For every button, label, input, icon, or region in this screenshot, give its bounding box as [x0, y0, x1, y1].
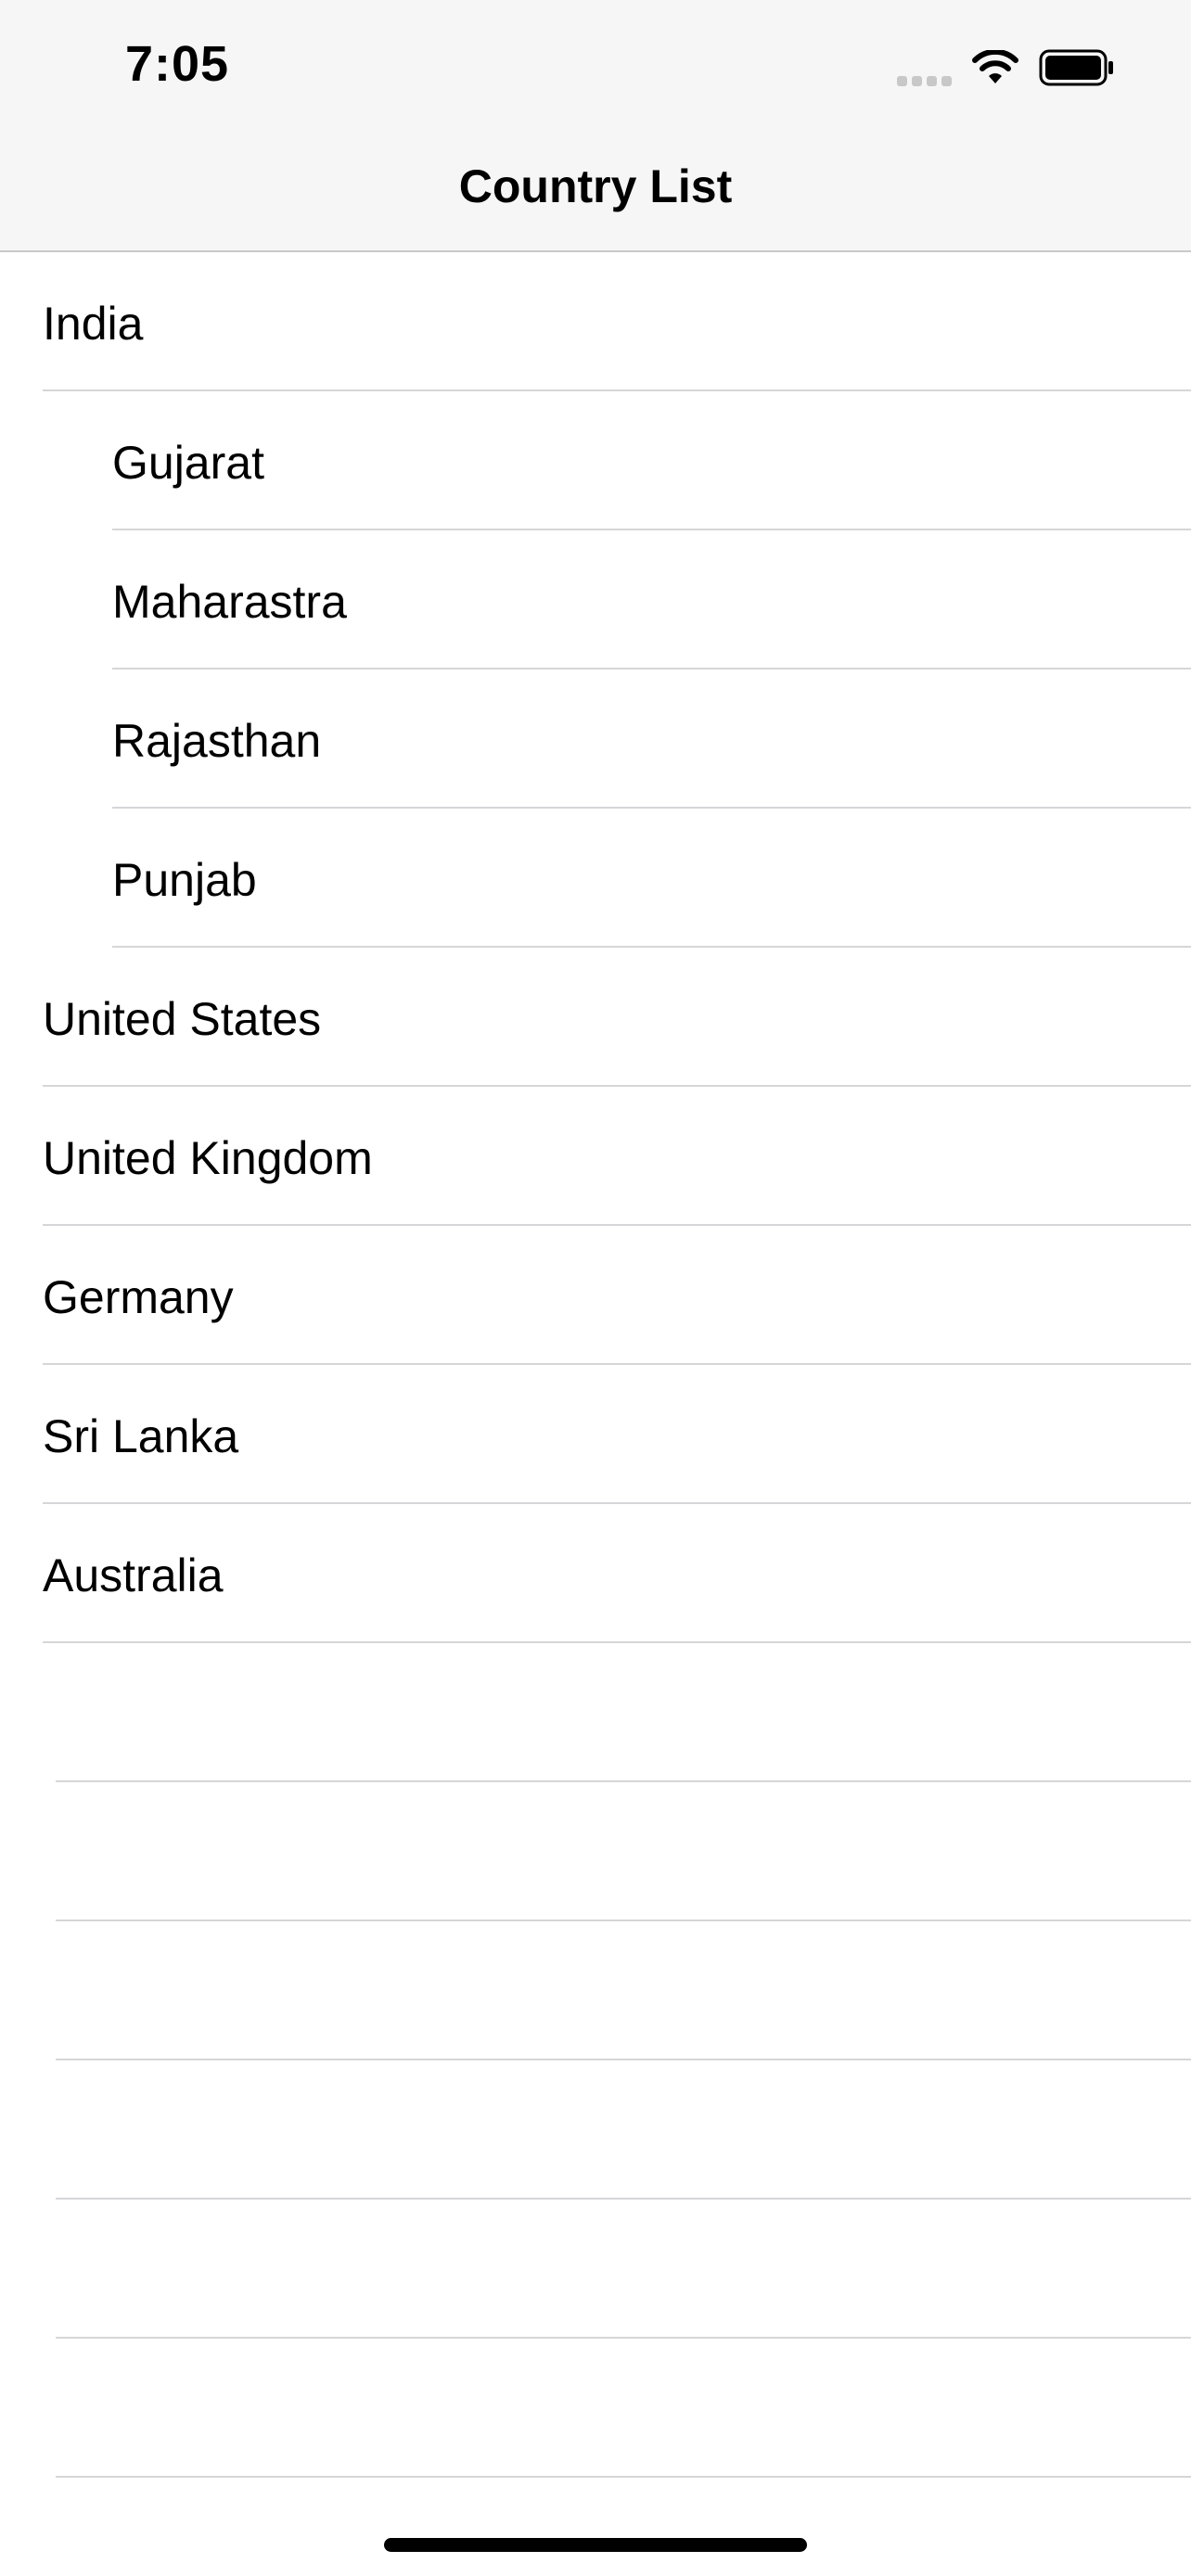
status-time: 7:05 — [125, 36, 230, 92]
wifi-icon — [972, 50, 1018, 85]
empty-row — [0, 2339, 1191, 2478]
list-item-label: Germany — [43, 1271, 234, 1323]
country-list: India Gujarat Maharastra Rajasthan Punja… — [0, 252, 1191, 2478]
list-item-australia[interactable]: Australia — [0, 1504, 1191, 1643]
page-title: Country List — [458, 160, 733, 212]
navigation-bar: 7:05 Country List — [0, 0, 1191, 252]
row-separator — [56, 2476, 1191, 2478]
list-item-label: India — [43, 298, 144, 350]
empty-row — [0, 1921, 1191, 2060]
list-item-label: United States — [43, 993, 322, 1045]
list-item-label: Punjab — [112, 854, 257, 906]
list-item-label: Maharastra — [112, 576, 347, 628]
list-item-label: Sri Lanka — [43, 1410, 239, 1462]
list-item-united-states[interactable]: United States — [0, 948, 1191, 1087]
list-item-rajasthan[interactable]: Rajasthan — [0, 670, 1191, 809]
status-icons — [897, 45, 1115, 91]
list-item-label: United Kingdom — [43, 1132, 373, 1184]
battery-icon — [1039, 49, 1115, 86]
cellular-signal-icon — [897, 49, 952, 86]
list-item-india[interactable]: India — [0, 252, 1191, 391]
list-item-sri-lanka[interactable]: Sri Lanka — [0, 1365, 1191, 1504]
list-item-united-kingdom[interactable]: United Kingdom — [0, 1087, 1191, 1226]
list-item-label: Rajasthan — [112, 715, 322, 767]
list-item-punjab[interactable]: Punjab — [0, 809, 1191, 948]
home-indicator[interactable] — [384, 2538, 807, 2552]
list-item-gujarat[interactable]: Gujarat — [0, 391, 1191, 530]
empty-row — [0, 1782, 1191, 1921]
empty-row — [0, 2060, 1191, 2200]
empty-row — [0, 1643, 1191, 1782]
list-item-label: Gujarat — [112, 437, 264, 489]
empty-row — [0, 2200, 1191, 2339]
list-item-maharastra[interactable]: Maharastra — [0, 530, 1191, 670]
list-item-germany[interactable]: Germany — [0, 1226, 1191, 1365]
list-item-label: Australia — [43, 1549, 224, 1601]
